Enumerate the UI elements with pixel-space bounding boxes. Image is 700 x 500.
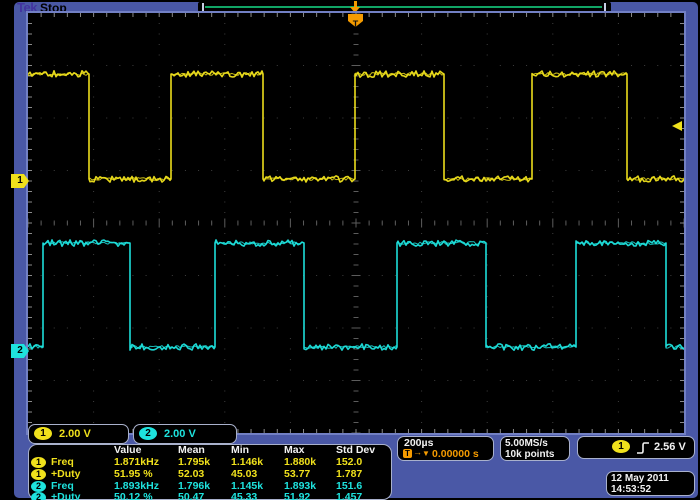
meas-row-label: Freq xyxy=(51,457,74,468)
arrow-right-icon: → xyxy=(413,447,422,457)
rising-slope-icon xyxy=(636,440,650,456)
col-header-stddev: Std Dev xyxy=(336,445,375,456)
ch2-badge: 2 xyxy=(139,427,157,440)
ch2-scale: 2.00 V xyxy=(164,428,196,440)
meas-cell: 1.146k xyxy=(231,457,263,468)
meas-cell: 1.871kHz xyxy=(114,457,159,468)
meas-cell: 1.795k xyxy=(178,457,210,468)
meas-cell: 52.03 xyxy=(178,469,204,480)
horizontal-position: 0.00000 s xyxy=(432,449,479,460)
meas-row-badge: 1 xyxy=(31,457,46,468)
col-header-max: Max xyxy=(284,445,304,456)
trigger-level-arrow-icon xyxy=(672,121,682,131)
reference-marker-icon: ▼ xyxy=(422,449,430,458)
meas-row-label: +Duty xyxy=(51,492,80,500)
col-header-min: Min xyxy=(231,445,249,456)
meas-cell: 50.12 % xyxy=(114,492,153,500)
ch1-badge: 1 xyxy=(34,427,52,440)
meas-cell: 45.03 xyxy=(231,469,257,480)
meas-cell: 50.47 xyxy=(178,492,204,500)
oscilloscope-screen: Tek Stop T 1 2 1 2.00 V 2 2.00 V Value M… xyxy=(0,0,700,500)
meas-cell: 51.95 % xyxy=(114,469,153,480)
ch1-scale: 2.00 V xyxy=(59,428,91,440)
col-header-mean: Mean xyxy=(178,445,205,456)
record-line xyxy=(205,6,602,8)
ch2-marker-label: 2 xyxy=(17,345,23,356)
record-length: 10k points xyxy=(505,449,554,460)
meas-cell: 51.92 xyxy=(284,492,310,500)
meas-cell: 152.0 xyxy=(336,457,362,468)
meas-row-badge: 2 xyxy=(31,492,46,500)
meas-cell: 45.33 xyxy=(231,492,257,500)
meas-row-badge: 1 xyxy=(31,469,46,480)
meas-cell: 53.77 xyxy=(284,469,310,480)
trigger-t-icon: T xyxy=(403,449,412,458)
record-bracket-left xyxy=(202,3,204,11)
col-header-value: Value xyxy=(114,445,141,456)
sample-rate: 5.00MS/s xyxy=(505,438,548,449)
time-label: 14:53:52 xyxy=(611,484,651,495)
meas-cell: 1.787 xyxy=(336,469,362,480)
meas-row-badge: 2 xyxy=(31,481,46,492)
trigger-source-badge: 1 xyxy=(612,440,630,453)
graticule-area xyxy=(26,11,686,435)
waveform-canvas xyxy=(28,13,684,433)
ch1-marker-label: 1 xyxy=(17,175,23,186)
date-label: 12 May 2011 xyxy=(611,473,669,484)
trigger-level: 2.56 V xyxy=(654,441,686,453)
meas-cell: 1.457 xyxy=(336,492,362,500)
record-bracket-right xyxy=(604,3,606,11)
meas-row-label: +Duty xyxy=(51,469,80,480)
meas-cell: 1.880k xyxy=(284,457,316,468)
